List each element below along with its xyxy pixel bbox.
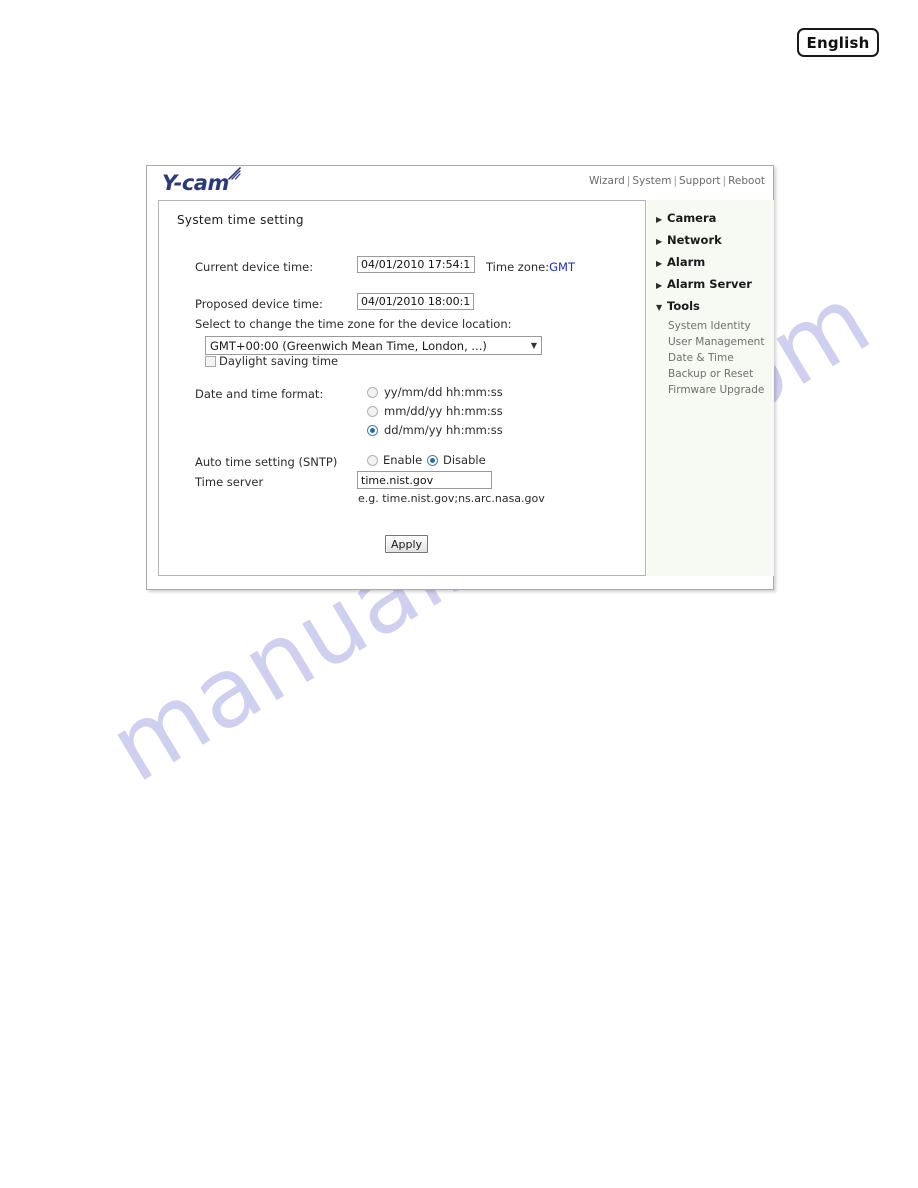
sidebar-item-firmware-upgrade[interactable]: Firmware Upgrade <box>668 384 764 396</box>
timezone-display-value: GMT <box>549 260 575 274</box>
time-server-input[interactable] <box>357 471 492 489</box>
date-format-option-label: dd/mm/yy hh:mm:ss <box>384 423 503 437</box>
sidebar-item-backup-or-reset[interactable]: Backup or Reset <box>668 368 753 380</box>
date-format-option-label: yy/mm/dd hh:mm:ss <box>384 385 503 399</box>
proposed-device-time-input[interactable] <box>357 293 474 310</box>
top-navigation: Wizard | System | Support | Reboot <box>589 175 765 187</box>
apply-button[interactable]: Apply <box>385 535 428 553</box>
sidebar-group-label: Network <box>667 233 722 247</box>
date-format-option-label: mm/dd/yy hh:mm:ss <box>384 404 503 418</box>
time-server-label: Time server <box>195 475 264 489</box>
timezone-display-label: Time zone: <box>486 260 550 274</box>
triangle-right-icon: ▶ <box>656 237 663 246</box>
sidebar-item-user-management[interactable]: User Management <box>668 336 764 348</box>
proposed-device-time-label: Proposed device time: <box>195 297 323 311</box>
language-badge[interactable]: English <box>797 28 879 57</box>
sidebar-item-date-time[interactable]: Date & Time <box>668 352 734 364</box>
sidebar-group-camera[interactable]: ▶ Camera <box>656 211 716 225</box>
timezone-select-value: GMT+00:00 (Greenwich Mean Time, London, … <box>210 338 487 353</box>
timezone-instruction-label: Select to change the time zone for the d… <box>195 317 512 331</box>
triangle-right-icon: ▶ <box>656 259 663 268</box>
settings-content-box: System time setting Current device time:… <box>158 200 646 576</box>
sidebar-group-label: Alarm <box>667 255 706 269</box>
current-device-time-label: Current device time: <box>195 260 314 274</box>
date-format-radio-ddmmyy[interactable] <box>367 425 378 436</box>
sidebar-group-label: Camera <box>667 211 717 225</box>
daylight-saving-checkbox[interactable] <box>205 356 216 367</box>
sntp-label: Auto time setting (SNTP) <box>195 455 338 469</box>
chevron-down-icon: ▼ <box>530 341 538 350</box>
page-title: System time setting <box>177 213 304 227</box>
sidebar-group-tools[interactable]: ▼ Tools <box>656 299 700 313</box>
sidebar-item-system-identity[interactable]: System Identity <box>668 320 751 332</box>
nav-separator: | <box>722 175 727 187</box>
panel-header: Y-cam Wizard | System | Support | Reboot <box>147 166 773 199</box>
date-format-radio-mmddyy[interactable] <box>367 406 378 417</box>
time-server-hint: e.g. time.nist.gov;ns.arc.nasa.gov <box>358 492 545 505</box>
nav-link-support[interactable]: Support <box>679 175 721 187</box>
timezone-display: Time zone:GMT <box>486 260 575 274</box>
sidebar-group-alarm-server[interactable]: ▶ Alarm Server <box>656 277 752 291</box>
sidebar-group-alarm[interactable]: ▶ Alarm <box>656 255 705 269</box>
triangle-down-icon: ▼ <box>656 303 663 312</box>
sntp-radio-enable[interactable] <box>367 455 378 466</box>
language-badge-label: English <box>806 33 870 52</box>
sidebar-group-label: Alarm Server <box>667 277 752 291</box>
sntp-option-label: Enable <box>383 453 423 467</box>
nav-link-wizard[interactable]: Wizard <box>589 175 625 187</box>
wifi-signal-icon <box>228 167 241 180</box>
current-device-time-input[interactable] <box>357 256 475 273</box>
triangle-right-icon: ▶ <box>656 281 663 290</box>
brand-name: Y-cam <box>162 171 229 195</box>
nav-separator: | <box>673 175 678 187</box>
nav-link-system[interactable]: System <box>632 175 671 187</box>
settings-sidebar: ▶ Camera ▶ Network ▶ Alarm ▶ Alarm Server ▼ T… <box>647 200 774 576</box>
sntp-option-label: Disable <box>443 453 486 467</box>
ycam-logo: Y-cam <box>162 167 241 195</box>
nav-link-reboot[interactable]: Reboot <box>728 175 765 187</box>
date-format-radio-yymmdd[interactable] <box>367 387 378 398</box>
date-format-label: Date and time format: <box>195 387 324 401</box>
sidebar-group-label: Tools <box>667 299 700 313</box>
sidebar-group-network[interactable]: ▶ Network <box>656 233 722 247</box>
daylight-saving-label: Daylight saving time <box>219 354 339 368</box>
triangle-right-icon: ▶ <box>656 215 663 224</box>
timezone-select[interactable]: GMT+00:00 (Greenwich Mean Time, London, … <box>205 336 542 355</box>
sntp-radio-disable[interactable] <box>427 455 438 466</box>
device-web-panel: Y-cam Wizard | System | Support | Reboot Syste… <box>146 165 774 590</box>
